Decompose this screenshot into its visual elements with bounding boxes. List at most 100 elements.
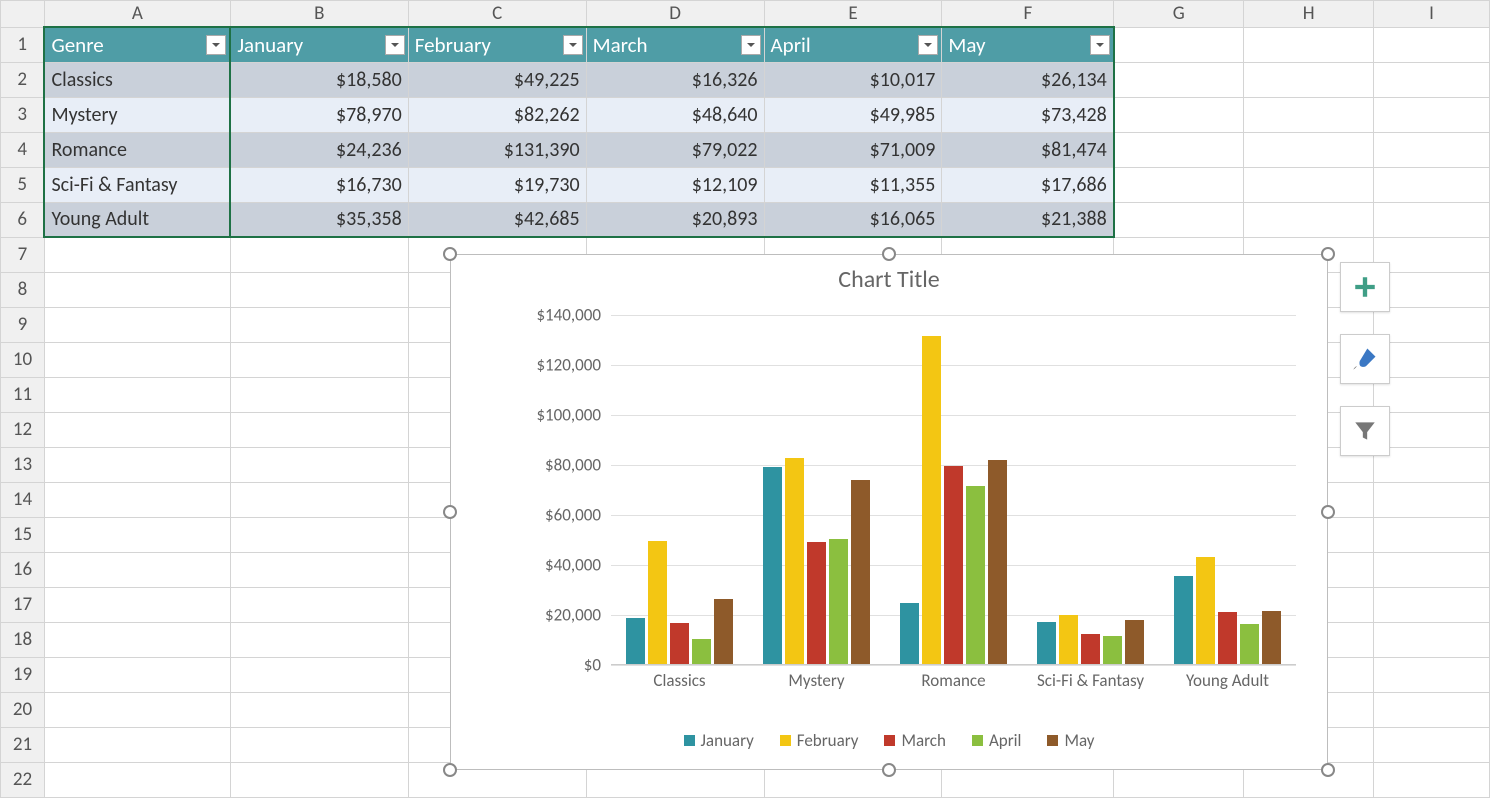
cell[interactable] — [44, 657, 230, 692]
row-header[interactable]: 9 — [1, 307, 45, 342]
cell[interactable] — [230, 587, 408, 622]
row-header[interactable]: 21 — [1, 727, 45, 762]
resize-handle[interactable] — [1321, 763, 1335, 777]
row-header[interactable]: 22 — [1, 762, 45, 797]
cell[interactable]: March — [586, 27, 764, 62]
cell[interactable] — [1114, 62, 1244, 97]
filter-dropdown[interactable] — [563, 35, 583, 55]
cell[interactable] — [1114, 202, 1244, 237]
cell[interactable] — [1244, 97, 1374, 132]
cell[interactable]: $81,474 — [942, 132, 1114, 167]
filter-dropdown[interactable] — [206, 35, 226, 55]
cell[interactable] — [230, 692, 408, 727]
cell[interactable]: $79,022 — [586, 132, 764, 167]
cell[interactable] — [1374, 552, 1490, 587]
cell[interactable] — [1374, 412, 1490, 447]
cell[interactable]: $16,065 — [764, 202, 942, 237]
cell[interactable]: $48,640 — [586, 97, 764, 132]
cell[interactable]: $82,262 — [408, 97, 586, 132]
select-all-corner[interactable] — [1, 1, 45, 28]
cell[interactable] — [230, 727, 408, 762]
resize-handle[interactable] — [882, 247, 896, 261]
cell[interactable] — [1374, 517, 1490, 552]
row-header[interactable]: 10 — [1, 342, 45, 377]
row-header[interactable]: 6 — [1, 202, 45, 237]
cell[interactable]: February — [408, 27, 586, 62]
bar[interactable] — [1218, 612, 1237, 664]
cell[interactable] — [44, 517, 230, 552]
cell[interactable] — [230, 412, 408, 447]
cell[interactable] — [44, 307, 230, 342]
cell[interactable]: $49,225 — [408, 62, 586, 97]
cell[interactable]: Young Adult — [44, 202, 230, 237]
cell[interactable] — [44, 237, 230, 272]
resize-handle[interactable] — [1321, 505, 1335, 519]
bar[interactable] — [829, 539, 848, 664]
cell[interactable] — [44, 412, 230, 447]
cell[interactable]: Sci-Fi & Fantasy — [44, 167, 230, 202]
cell[interactable]: January — [230, 27, 408, 62]
row-header[interactable]: 17 — [1, 587, 45, 622]
cell[interactable]: $26,134 — [942, 62, 1114, 97]
cell[interactable] — [1114, 167, 1244, 202]
cell[interactable] — [1374, 447, 1490, 482]
cell[interactable] — [44, 272, 230, 307]
bar[interactable] — [714, 599, 733, 664]
cell[interactable] — [1374, 167, 1490, 202]
cell[interactable] — [1374, 237, 1490, 272]
column-header[interactable]: H — [1244, 1, 1374, 28]
column-header[interactable]: A — [44, 1, 230, 28]
row-header[interactable]: 13 — [1, 447, 45, 482]
bar[interactable] — [626, 618, 645, 664]
cell[interactable]: April — [764, 27, 942, 62]
cell[interactable] — [44, 762, 230, 797]
bar[interactable] — [1240, 624, 1259, 664]
legend-item[interactable]: March — [884, 730, 945, 751]
cell[interactable]: $71,009 — [764, 132, 942, 167]
cell[interactable] — [44, 587, 230, 622]
row-header[interactable]: 1 — [1, 27, 45, 62]
column-header[interactable]: C — [408, 1, 586, 28]
bar[interactable] — [1059, 615, 1078, 664]
cell[interactable]: $42,685 — [408, 202, 586, 237]
row-header[interactable]: 8 — [1, 272, 45, 307]
cell[interactable]: $16,326 — [586, 62, 764, 97]
cell[interactable]: $21,388 — [942, 202, 1114, 237]
column-header[interactable]: G — [1114, 1, 1244, 28]
plot-area[interactable]: $0$20,000$40,000$60,000$80,000$100,000$1… — [511, 315, 1306, 685]
cell[interactable] — [1374, 377, 1490, 412]
cell[interactable]: $10,017 — [764, 62, 942, 97]
column-header[interactable]: B — [230, 1, 408, 28]
bar[interactable] — [1196, 557, 1215, 664]
chart-legend[interactable]: JanuaryFebruaryMarchAprilMay — [451, 730, 1327, 751]
filter-dropdown[interactable] — [741, 35, 761, 55]
bar[interactable] — [922, 336, 941, 664]
cell[interactable] — [1374, 27, 1490, 62]
cell[interactable]: $78,970 — [230, 97, 408, 132]
row-header[interactable]: 2 — [1, 62, 45, 97]
cell[interactable] — [44, 377, 230, 412]
cell[interactable] — [1114, 97, 1244, 132]
cell[interactable] — [1374, 762, 1490, 797]
row-header[interactable]: 16 — [1, 552, 45, 587]
cell[interactable] — [1374, 622, 1490, 657]
bar[interactable] — [851, 480, 870, 664]
bar[interactable] — [807, 542, 826, 664]
bar[interactable] — [1125, 620, 1144, 664]
column-header[interactable]: E — [764, 1, 942, 28]
cell[interactable] — [1374, 272, 1490, 307]
column-header[interactable]: D — [586, 1, 764, 28]
cell[interactable] — [230, 342, 408, 377]
chart-title[interactable]: Chart Title — [451, 265, 1327, 294]
row-header[interactable]: 5 — [1, 167, 45, 202]
cell[interactable]: $18,580 — [230, 62, 408, 97]
resize-handle[interactable] — [443, 505, 457, 519]
chart-object[interactable]: Chart Title $0$20,000$40,000$60,000$80,0… — [450, 254, 1328, 770]
cell[interactable] — [230, 657, 408, 692]
cell[interactable] — [44, 692, 230, 727]
legend-item[interactable]: January — [684, 730, 754, 751]
cell[interactable] — [1374, 657, 1490, 692]
cell[interactable] — [230, 447, 408, 482]
resize-handle[interactable] — [443, 247, 457, 261]
bar[interactable] — [988, 460, 1007, 664]
